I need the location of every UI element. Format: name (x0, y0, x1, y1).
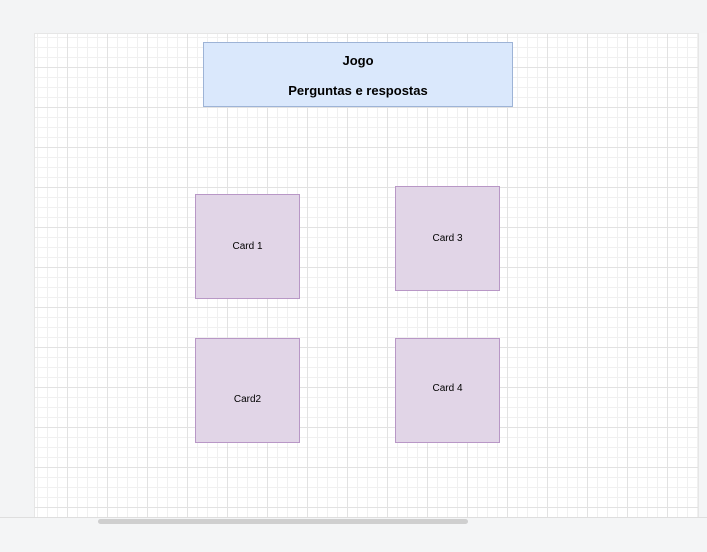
card-1-label: Card 1 (232, 241, 263, 252)
diagram-canvas[interactable]: Jogo Perguntas e respostas Card 1 Card 3… (34, 33, 698, 517)
diagram-title: Jogo (342, 53, 374, 68)
diagram-subtitle: Perguntas e respostas (288, 83, 428, 98)
card-2-shape[interactable]: Card2 (195, 338, 300, 443)
card-3-label: Card 3 (432, 233, 463, 244)
card-3-shape[interactable]: Card 3 (395, 186, 500, 291)
title-box[interactable]: Jogo Perguntas e respostas (203, 42, 513, 107)
canvas-right-gutter (698, 33, 707, 517)
card-1-shape[interactable]: Card 1 (195, 194, 300, 299)
card-4-label: Card 4 (432, 383, 463, 394)
horizontal-scrollbar[interactable] (98, 519, 468, 524)
card-2-label: Card2 (233, 393, 262, 405)
card-4-shape[interactable]: Card 4 (395, 338, 500, 443)
